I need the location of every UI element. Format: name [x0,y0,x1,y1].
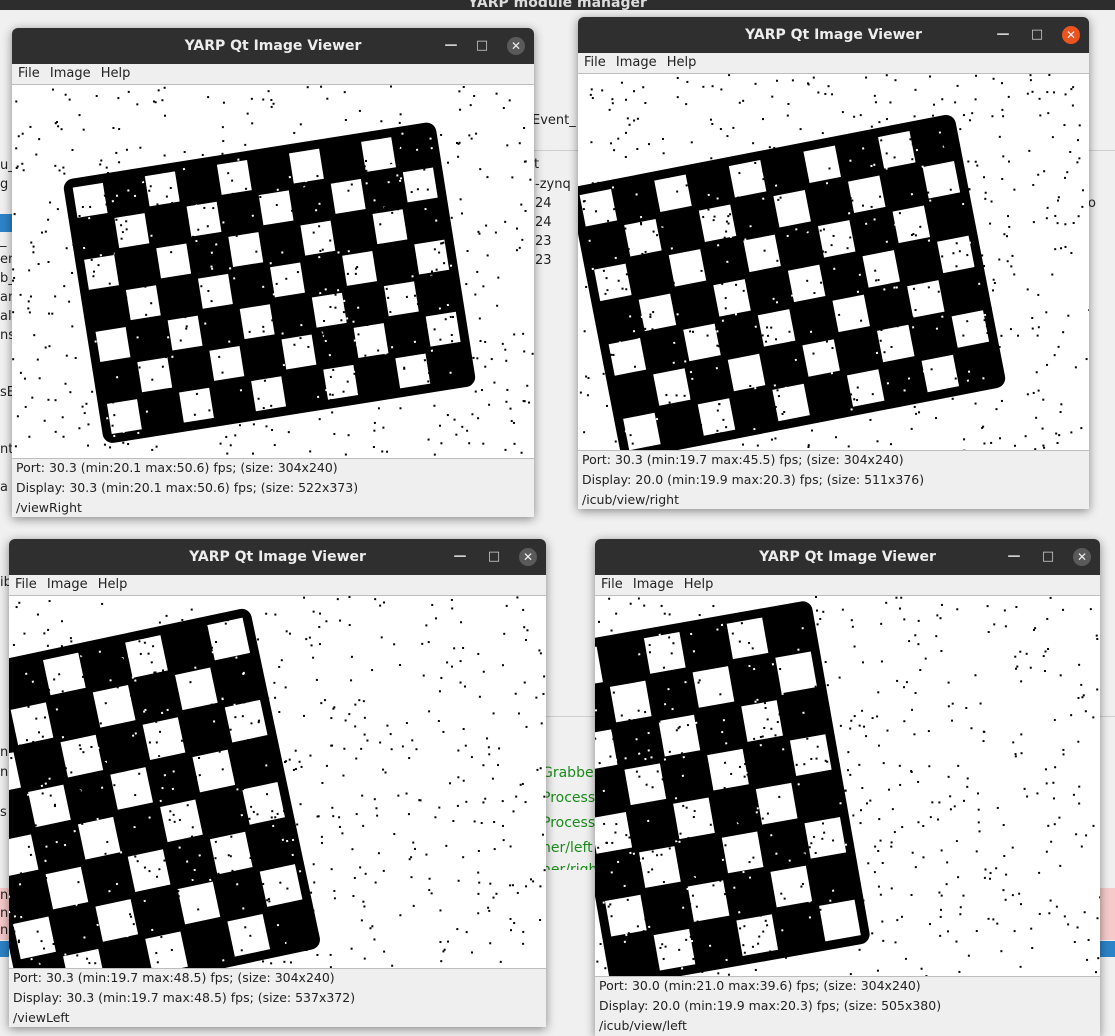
window-titlebar[interactable]: YARP Qt Image Viewer — □ ✕ [9,539,546,575]
menu-help[interactable]: Help [101,66,131,81]
table-cell[interactable]: 23 [535,253,552,268]
checkerboard-image [9,596,546,968]
tree-selection [0,214,12,232]
checkerboard-image [578,74,1089,450]
display-status: Display: 30.3 (min:19.7 max:48.5) fps; (… [13,990,356,1005]
menu-file[interactable]: File [601,577,623,592]
image-canvas[interactable] [9,595,546,969]
image-viewer-window-icub-right[interactable]: YARP Qt Image Viewer — □ ✕ File Image He… [578,17,1089,509]
menu-image[interactable]: Image [616,55,657,70]
connection-item[interactable]: ner/righ [542,862,597,870]
maximize-icon[interactable]: □ [1028,26,1046,44]
close-icon[interactable]: ✕ [1073,548,1091,566]
table-cell[interactable]: 24 [535,196,552,211]
menu-file[interactable]: File [18,66,40,81]
host-cell-zynq[interactable]: -zynq [535,177,571,192]
image-viewer-window-icub-left[interactable]: YARP Qt Image Viewer — □ ✕ File Image He… [595,539,1100,1036]
menu-bar: File Image Help [595,575,1100,595]
menu-image[interactable]: Image [50,66,91,81]
log-line: n [0,888,9,903]
table-cell[interactable]: o [1088,196,1096,211]
image-canvas[interactable] [12,84,534,459]
menu-help[interactable]: Help [684,577,714,592]
image-viewer-window-viewleft[interactable]: YARP Qt Image Viewer — □ ✕ File Image He… [9,539,546,1027]
connection-item[interactable]: Process/ [542,790,600,806]
port-status: Port: 30.3 (min:20.1 max:50.6) fps; (siz… [16,460,338,475]
error-log-highlight-right [1099,888,1115,940]
event-column-header[interactable]: Event_ [532,113,576,128]
checkerboard-image [12,85,534,458]
port-name: /viewRight [16,500,82,515]
port-status: Port: 30.3 (min:19.7 max:45.5) fps; (siz… [582,452,904,467]
tree-item[interactable]: a [0,480,8,495]
minimize-icon[interactable]: — [994,26,1012,44]
minimize-icon[interactable]: — [451,548,469,566]
log-selection-right [1099,941,1115,957]
minimize-icon[interactable]: — [1005,548,1023,566]
image-canvas[interactable] [578,73,1089,451]
log-line: n [0,923,9,938]
image-viewer-window-viewright[interactable]: YARP Qt Image Viewer — □ ✕ File Image He… [12,28,534,517]
port-status: Port: 30.0 (min:21.0 max:39.6) fps; (siz… [599,978,921,993]
port-name: /icub/view/right [582,492,679,507]
window-titlebar[interactable]: YARP Qt Image Viewer — □ ✕ [12,28,534,64]
log-line: n [0,906,9,921]
close-icon[interactable]: ✕ [1062,26,1080,44]
display-status: Display: 20.0 (min:19.9 max:20.3) fps; (… [582,472,925,487]
connection-item[interactable]: ner/left [542,840,593,856]
port-name: /viewLeft [13,1010,70,1025]
menu-help[interactable]: Help [98,577,128,592]
tree-item[interactable]: _ [0,233,7,248]
port-name: /icub/view/left [599,1018,687,1033]
menu-bar: File Image Help [578,53,1089,73]
menu-bar: File Image Help [9,575,546,595]
port-status: Port: 30.3 (min:19.7 max:48.5) fps; (siz… [13,970,335,985]
menu-help[interactable]: Help [667,55,697,70]
window-titlebar[interactable]: YARP Qt Image Viewer — □ ✕ [578,17,1089,53]
window-titlebar[interactable]: YARP Qt Image Viewer — □ ✕ [595,539,1100,575]
maximize-icon[interactable]: □ [1039,548,1057,566]
display-status: Display: 20.0 (min:19.9 max:20.3) fps; (… [599,998,942,1013]
table-cell[interactable]: 23 [535,234,552,249]
connection-item[interactable]: Grabber [542,765,599,781]
tree-item[interactable]: g [0,177,8,192]
close-icon[interactable]: ✕ [507,37,525,55]
module-manager-title: YARP module manager [468,0,647,11]
checkerboard-image [595,596,1100,976]
maximize-icon[interactable]: □ [485,548,503,566]
table-cell[interactable]: 24 [535,215,552,230]
menu-image[interactable]: Image [633,577,674,592]
menu-file[interactable]: File [15,577,37,592]
window-title: YARP Qt Image Viewer [745,27,922,43]
menu-file[interactable]: File [584,55,606,70]
display-status: Display: 30.3 (min:20.1 max:50.6) fps; (… [16,480,359,495]
tree-item[interactable]: s [0,805,7,820]
window-title: YARP Qt Image Viewer [759,549,936,565]
module-manager-titlebar: YARP module manager [0,0,1115,10]
menu-bar: File Image Help [12,64,534,84]
minimize-icon[interactable]: — [442,37,460,55]
connection-item[interactable]: Process/ [542,815,600,831]
maximize-icon[interactable]: □ [473,37,491,55]
close-icon[interactable]: ✕ [519,548,537,566]
menu-image[interactable]: Image [47,577,88,592]
image-canvas[interactable] [595,595,1100,977]
column-header-fragment[interactable]: t [534,157,539,172]
